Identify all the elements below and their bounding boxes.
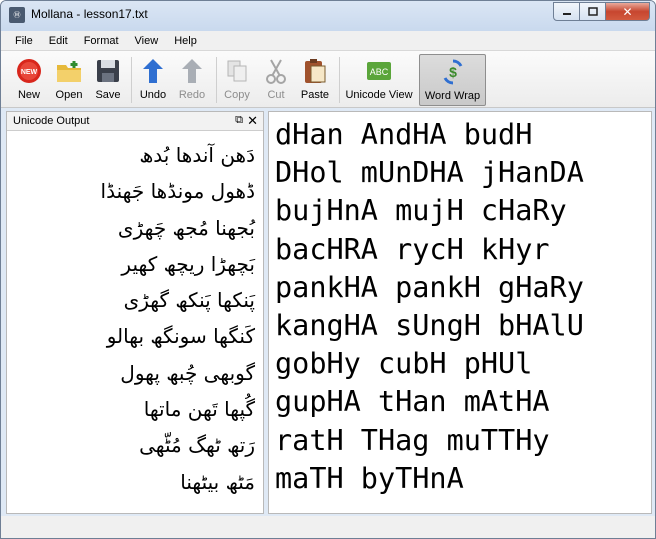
toolbar-separator bbox=[131, 57, 132, 103]
undo-button[interactable]: Undo bbox=[135, 54, 171, 106]
app-icon: Ⓜ bbox=[9, 7, 25, 23]
urdu-line: گُپھا تَھن ماتھا bbox=[143, 397, 255, 422]
status-bar bbox=[1, 516, 655, 538]
save-button[interactable]: Save bbox=[90, 54, 126, 106]
urdu-line: مَٹھ بیٹھنا bbox=[180, 469, 255, 494]
new-icon: NEW bbox=[17, 59, 41, 83]
abc-icon: ABC bbox=[367, 62, 391, 80]
unicode-output-panel: Unicode Output ⧉ ✕ دَھن آندھا بُدھ ڈھول … bbox=[6, 111, 264, 514]
panel-close-icon[interactable]: ✕ bbox=[247, 113, 258, 129]
menu-view[interactable]: View bbox=[127, 35, 167, 47]
minimize-icon bbox=[562, 12, 571, 15]
toolbar: NEW New Open Save Undo Redo Copy Cut Pas… bbox=[1, 51, 655, 108]
toolbar-separator bbox=[216, 57, 217, 103]
urdu-line: بَچھڑا ریچھ کھیر bbox=[121, 251, 255, 276]
editor-line[interactable]: maTH byTHnA bbox=[275, 460, 651, 498]
paste-button[interactable]: Paste bbox=[297, 54, 333, 106]
urdu-line: دَھن آندھا بُدھ bbox=[139, 143, 255, 167]
redo-arrow-icon bbox=[182, 59, 202, 83]
minimize-button[interactable] bbox=[553, 2, 580, 21]
undock-icon[interactable]: ⧉ bbox=[235, 114, 243, 127]
toolbar-separator bbox=[339, 57, 340, 103]
close-button[interactable]: ✕ bbox=[605, 2, 650, 21]
editor-line[interactable]: bujHnA mujH cHaRy bbox=[275, 192, 651, 230]
editor-line[interactable]: kangHA sUngH bHAlU bbox=[275, 307, 651, 345]
svg-text:$: $ bbox=[449, 64, 457, 80]
close-icon: ✕ bbox=[622, 4, 633, 19]
editor-line[interactable]: ratH THag muTTHy bbox=[275, 422, 651, 460]
editor-line[interactable]: gobHy cubH pHUl bbox=[275, 345, 651, 383]
maximize-icon bbox=[587, 7, 598, 16]
editor-line[interactable]: pankHA pankH gHaRy bbox=[275, 269, 651, 307]
urdu-line: کَنگھا سونگھ بھالو bbox=[106, 324, 255, 349]
editor-line[interactable]: DHol mUnDHA jHanDA bbox=[275, 154, 651, 192]
copy-icon bbox=[227, 60, 247, 82]
menu-edit[interactable]: Edit bbox=[41, 35, 76, 47]
floppy-disk-icon bbox=[97, 60, 119, 82]
menu-bar: File Edit Format View Help bbox=[1, 31, 655, 51]
title-bar[interactable]: Ⓜ Mollana - lesson17.txt ✕ bbox=[1, 1, 655, 31]
copy-button[interactable]: Copy bbox=[219, 54, 255, 106]
window-title: Mollana - lesson17.txt bbox=[31, 7, 148, 21]
urdu-line: ڈھول مونڈھا جَھنڈا bbox=[100, 179, 255, 204]
menu-format[interactable]: Format bbox=[76, 35, 127, 47]
undo-arrow-icon bbox=[143, 59, 163, 83]
svg-text:NEW: NEW bbox=[21, 69, 38, 76]
unicode-view-button[interactable]: ABC Unicode View bbox=[343, 54, 415, 106]
redo-button[interactable]: Redo bbox=[174, 54, 210, 106]
urdu-line: پَنکھا پَنکھ گھڑی bbox=[123, 288, 255, 313]
cut-button[interactable]: Cut bbox=[258, 54, 294, 106]
app-window: Ⓜ Mollana - lesson17.txt ✕ File Edit For… bbox=[0, 0, 656, 539]
maximize-button[interactable] bbox=[579, 2, 606, 21]
menu-help[interactable]: Help bbox=[166, 35, 205, 47]
open-button[interactable]: Open bbox=[51, 54, 87, 106]
menu-file[interactable]: File bbox=[7, 35, 41, 47]
paste-clipboard-icon bbox=[305, 59, 326, 83]
scissors-icon bbox=[266, 59, 286, 84]
panel-title: Unicode Output bbox=[13, 115, 90, 127]
word-wrap-icon: $ bbox=[443, 59, 462, 85]
editor-line[interactable]: gupHA tHan mAtHA bbox=[275, 383, 651, 421]
editor-line[interactable]: dHan AndHA budH bbox=[275, 116, 651, 154]
new-button[interactable]: NEW New bbox=[11, 54, 47, 106]
urdu-line: رَتھ ٹھگ مُٹّھی bbox=[139, 433, 255, 458]
urdu-line: گوبھی چُبھ پھول bbox=[120, 360, 255, 385]
urdu-line: بُجھنا مُجھ چَھڑی bbox=[117, 215, 255, 240]
panel-header: Unicode Output ⧉ ✕ bbox=[7, 112, 263, 131]
svg-text:ABC: ABC bbox=[370, 67, 389, 77]
urdu-output-text: دَھن آندھا بُدھ ڈھول مونڈھا جَھنڈا بُجھن… bbox=[7, 131, 263, 500]
editor-line[interactable]: bacHRA rycH kHyr bbox=[275, 231, 651, 269]
open-folder-icon bbox=[57, 61, 81, 82]
word-wrap-toggle[interactable]: $ Word Wrap bbox=[419, 54, 486, 106]
text-editor[interactable]: dHan AndHA budH DHol mUnDHA jHanDA bujHn… bbox=[268, 111, 652, 514]
